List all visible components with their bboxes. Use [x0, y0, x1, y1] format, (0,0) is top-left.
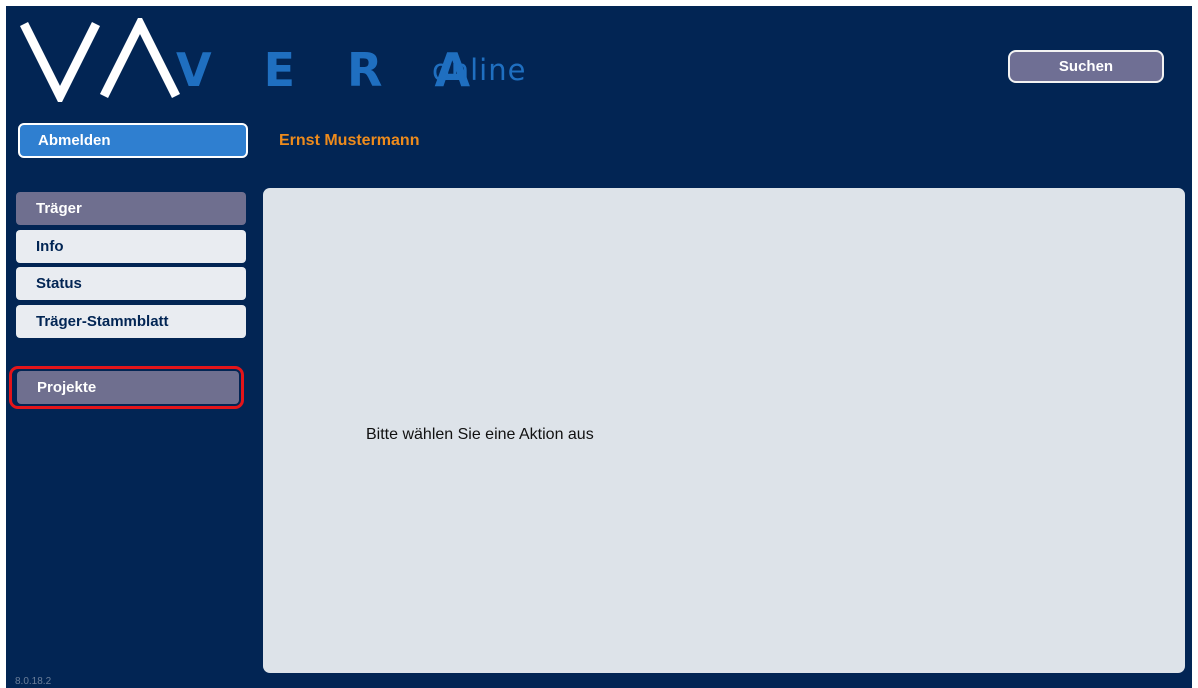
sidebar-item-info[interactable]: Info [16, 230, 246, 263]
vera-logo-icon [20, 18, 180, 102]
user-name: Ernst Mustermann [279, 132, 420, 149]
sidebar-group-projekte[interactable]: Projekte [17, 371, 239, 404]
logout-button[interactable]: Abmelden [18, 123, 248, 158]
content-message: Bitte wählen Sie eine Aktion aus [366, 426, 594, 443]
sidebar-item-traeger-stammblatt[interactable]: Träger-Stammblatt [16, 305, 246, 338]
logo-suffix: online [432, 53, 527, 87]
search-button[interactable]: Suchen [1008, 50, 1164, 83]
sidebar-group-traeger[interactable]: Träger [16, 192, 246, 225]
version-label: 8.0.18.2 [15, 676, 52, 687]
sidebar-item-status[interactable]: Status [16, 267, 246, 300]
